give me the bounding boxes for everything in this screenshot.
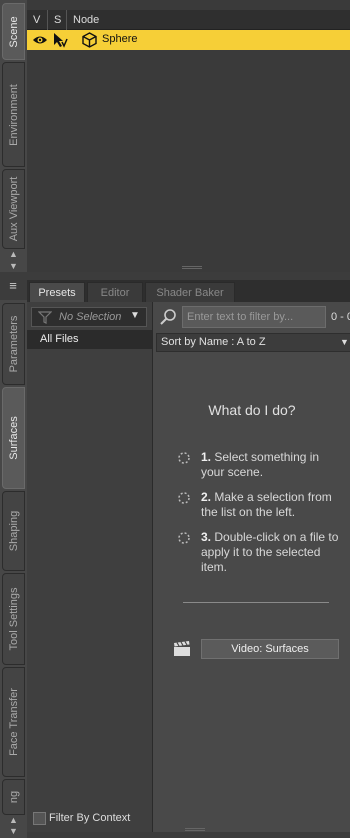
pane-options-icon[interactable]: ≡ [4,278,22,294]
step-spinner-icon [178,532,190,544]
video-clapper-icon [174,641,190,656]
tab-editor[interactable]: Editor [87,282,143,302]
tab-scroll-down-icon[interactable]: ▼ [0,825,27,837]
help-divider [183,602,329,603]
side-tab-surfaces-label: Surfaces [7,416,20,460]
column-header-selectable[interactable]: S [48,10,67,30]
side-tab-strip-bottom: Parameters Surfaces Shaping Tool Setting… [0,300,27,838]
pane-splitter-handle[interactable] [182,266,202,269]
video-surfaces-button[interactable]: Video: Surfaces [201,639,339,659]
no-selection-label: No Selection [59,311,122,323]
side-tab-aux-viewport-label: Aux Viewport [7,176,20,242]
side-tab-parameters-label: Parameters [7,315,20,373]
search-icon[interactable] [159,308,179,326]
step-spinner-icon [178,492,190,504]
filter-icon [38,311,52,324]
column-header-visible[interactable]: V [27,10,48,30]
help-title: What do I do? [208,402,296,418]
sort-label: Sort by Name : A to Z [161,336,266,348]
content-panel: 0 - 0 Sort by Name : A to Z ▼ What do I … [152,302,350,832]
tab-scroll-down-icon[interactable]: ▼ [0,260,27,272]
column-header-node[interactable]: Node [67,10,350,30]
result-count: 0 - 0 [331,311,350,323]
selection-filter-dropdown[interactable]: No Selection ▼ [31,307,147,327]
side-tab-shaping[interactable]: Shaping [2,491,25,571]
step-text: Select something in your scene. [201,450,320,479]
side-tab-scene[interactable]: Scene [2,3,25,60]
eye-icon[interactable] [32,34,48,46]
scene-node-row[interactable]: Sphere [27,30,350,50]
step-text: Double-click on a file to apply it to th… [201,530,339,574]
side-tab-environment-label: Environment [7,83,20,146]
step-text: Make a selection from the list on the le… [201,490,332,519]
side-tab-tool-settings-label: Tool Settings [7,587,20,651]
step-number: 3. [201,530,212,544]
side-tab-partial[interactable]: ng [2,779,25,815]
category-panel: No Selection ▼ All Files Filter By Conte… [27,302,152,832]
side-tab-strip-top: Scene Environment Aux Viewport ▲ ▼ [0,0,27,272]
sort-dropdown[interactable]: Sort by Name : A to Z ▼ [156,333,350,352]
tab-presets[interactable]: Presets [29,282,85,302]
chevron-down-icon: ▼ [340,337,349,347]
scene-header: V S Node [27,10,350,30]
scene-pane: V S Node Sphere [27,0,350,272]
scene-node-label: Sphere [102,33,138,45]
side-tab-face-transfer[interactable]: Face Transfer [2,667,25,777]
help-step-1: 1. Select something in your scene. [201,450,341,480]
pane-splitter-handle[interactable] [185,828,205,831]
side-tab-surfaces[interactable]: Surfaces [2,387,25,489]
tab-scroll-up-icon[interactable]: ▲ [0,248,27,260]
tab-shader-baker[interactable]: Shader Baker [145,282,235,302]
side-tab-shaping-label: Shaping [7,510,20,552]
cube-icon [82,32,97,48]
search-input[interactable] [182,306,326,328]
side-tab-tool-settings[interactable]: Tool Settings [2,573,25,665]
filter-by-context-label: Filter By Context [49,812,131,824]
select-arrow-icon[interactable] [52,32,68,48]
step-number: 2. [201,490,212,504]
help-step-3: 3. Double-click on a file to apply it to… [201,530,341,575]
help-step-2: 2. Make a selection from the list on the… [201,490,341,520]
filter-by-context-checkbox[interactable] [33,812,46,825]
side-tab-scene-label: Scene [7,15,20,48]
side-tab-partial-label: ng [7,790,20,804]
side-tab-environment[interactable]: Environment [2,62,25,167]
category-all-files[interactable]: All Files [27,330,152,349]
surfaces-tab-bar: Presets Editor Shader Baker [27,280,350,302]
side-tab-parameters[interactable]: Parameters [2,303,25,385]
side-tab-aux-viewport[interactable]: Aux Viewport [2,169,25,249]
step-spinner-icon [178,452,190,464]
step-number: 1. [201,450,212,464]
side-tab-face-transfer-label: Face Transfer [7,688,20,756]
chevron-down-icon: ▼ [130,310,140,321]
